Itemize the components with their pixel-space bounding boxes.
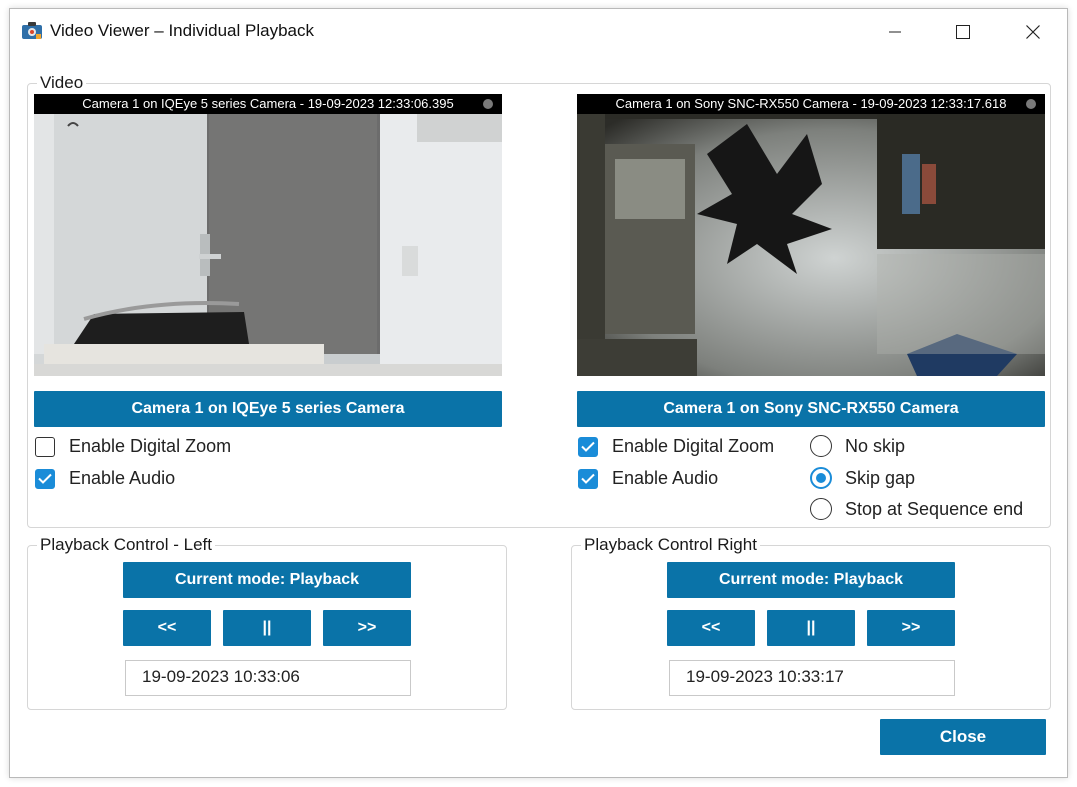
right-audio-checkbox[interactable] (578, 468, 598, 489)
radio-stop-at-sequence-end[interactable]: Stop at Sequence end (810, 498, 1023, 520)
maximize-icon (956, 25, 970, 39)
right-datetime-field[interactable]: 19-09-2023 10:33:17 (669, 660, 955, 696)
stop-at-sequence-end-radio[interactable] (810, 498, 832, 520)
right-digital-zoom-label: Enable Digital Zoom (612, 436, 775, 456)
video-group: Video Camera 1 on IQEye 5 series Camera … (27, 73, 1051, 528)
radio-selected-dot (816, 473, 826, 483)
playback-left-label: Playback Control - Left (37, 535, 215, 555)
right-digital-zoom-checkbox[interactable] (578, 436, 598, 457)
video-group-label: Video (37, 73, 87, 93)
right-forward-button[interactable]: >> (867, 610, 955, 646)
radio-no-skip[interactable]: No skip (810, 435, 905, 457)
close-button[interactable]: Close (880, 719, 1046, 755)
right-rewind-button[interactable]: << (667, 610, 755, 646)
playback-control-right-group: Playback Control Right Current mode: Pla… (571, 535, 1051, 710)
checkmark-icon (581, 441, 595, 452)
left-rewind-button[interactable]: << (123, 610, 211, 646)
skip-gap-radio[interactable] (810, 467, 832, 489)
left-enable-audio[interactable]: Enable Audio (35, 468, 175, 489)
close-icon (1026, 25, 1040, 39)
left-audio-checkbox[interactable] (35, 468, 55, 489)
left-camera-button[interactable]: Camera 1 on IQEye 5 series Camera (34, 391, 502, 427)
left-digital-zoom-checkbox[interactable] (35, 436, 55, 457)
left-mode-button[interactable]: Current mode: Playback (123, 562, 411, 598)
left-datetime-field[interactable]: 19-09-2023 10:33:06 (125, 660, 411, 696)
close-window-button[interactable] (1010, 9, 1056, 55)
left-pause-button[interactable]: || (223, 610, 311, 646)
minimize-button[interactable] (872, 9, 918, 55)
right-mode-button[interactable]: Current mode: Playback (667, 562, 955, 598)
right-audio-label: Enable Audio (612, 468, 719, 488)
right-enable-audio[interactable]: Enable Audio (578, 468, 718, 489)
right-video-overlay: Camera 1 on Sony SNC-RX550 Camera - 19-0… (577, 94, 1045, 114)
left-enable-digital-zoom[interactable]: Enable Digital Zoom (35, 436, 231, 457)
playback-control-left-group: Playback Control - Left Current mode: Pl… (27, 535, 507, 710)
stop-at-sequence-end-label: Stop at Sequence end (845, 498, 1024, 519)
no-skip-label: No skip (845, 435, 906, 456)
left-video-feed[interactable]: Camera 1 on IQEye 5 series Camera - 19-0… (34, 94, 502, 376)
radio-skip-gap[interactable]: Skip gap (810, 467, 915, 489)
checkmark-icon (38, 473, 52, 484)
minimize-icon (889, 31, 901, 33)
no-skip-radio[interactable] (810, 435, 832, 457)
right-video-frame (577, 114, 1045, 376)
left-video-overlay: Camera 1 on IQEye 5 series Camera - 19-0… (34, 94, 502, 114)
skip-gap-label: Skip gap (845, 467, 916, 488)
right-video-caption: Camera 1 on Sony SNC-RX550 Camera - 19-0… (615, 96, 1007, 111)
left-record-indicator (483, 99, 493, 109)
left-video-frame (34, 114, 502, 376)
title-bar[interactable]: Video Viewer – Individual Playback (10, 9, 1067, 55)
right-camera-button[interactable]: Camera 1 on Sony SNC-RX550 Camera (577, 391, 1045, 427)
left-forward-button[interactable]: >> (323, 610, 411, 646)
right-pause-button[interactable]: || (767, 610, 855, 646)
playback-right-label: Playback Control Right (581, 535, 760, 555)
left-digital-zoom-label: Enable Digital Zoom (69, 436, 232, 456)
video-viewer-window: Video Viewer – Individual Playback Video… (9, 8, 1068, 778)
left-audio-label: Enable Audio (69, 468, 176, 488)
right-video-feed[interactable]: Camera 1 on Sony SNC-RX550 Camera - 19-0… (577, 94, 1045, 376)
app-icon (21, 21, 43, 41)
window-title: Video Viewer – Individual Playback (50, 21, 314, 40)
right-record-indicator (1026, 99, 1036, 109)
checkmark-icon (581, 473, 595, 484)
maximize-button[interactable] (940, 9, 986, 55)
right-enable-digital-zoom[interactable]: Enable Digital Zoom (578, 436, 774, 457)
left-video-caption: Camera 1 on IQEye 5 series Camera - 19-0… (82, 96, 454, 111)
